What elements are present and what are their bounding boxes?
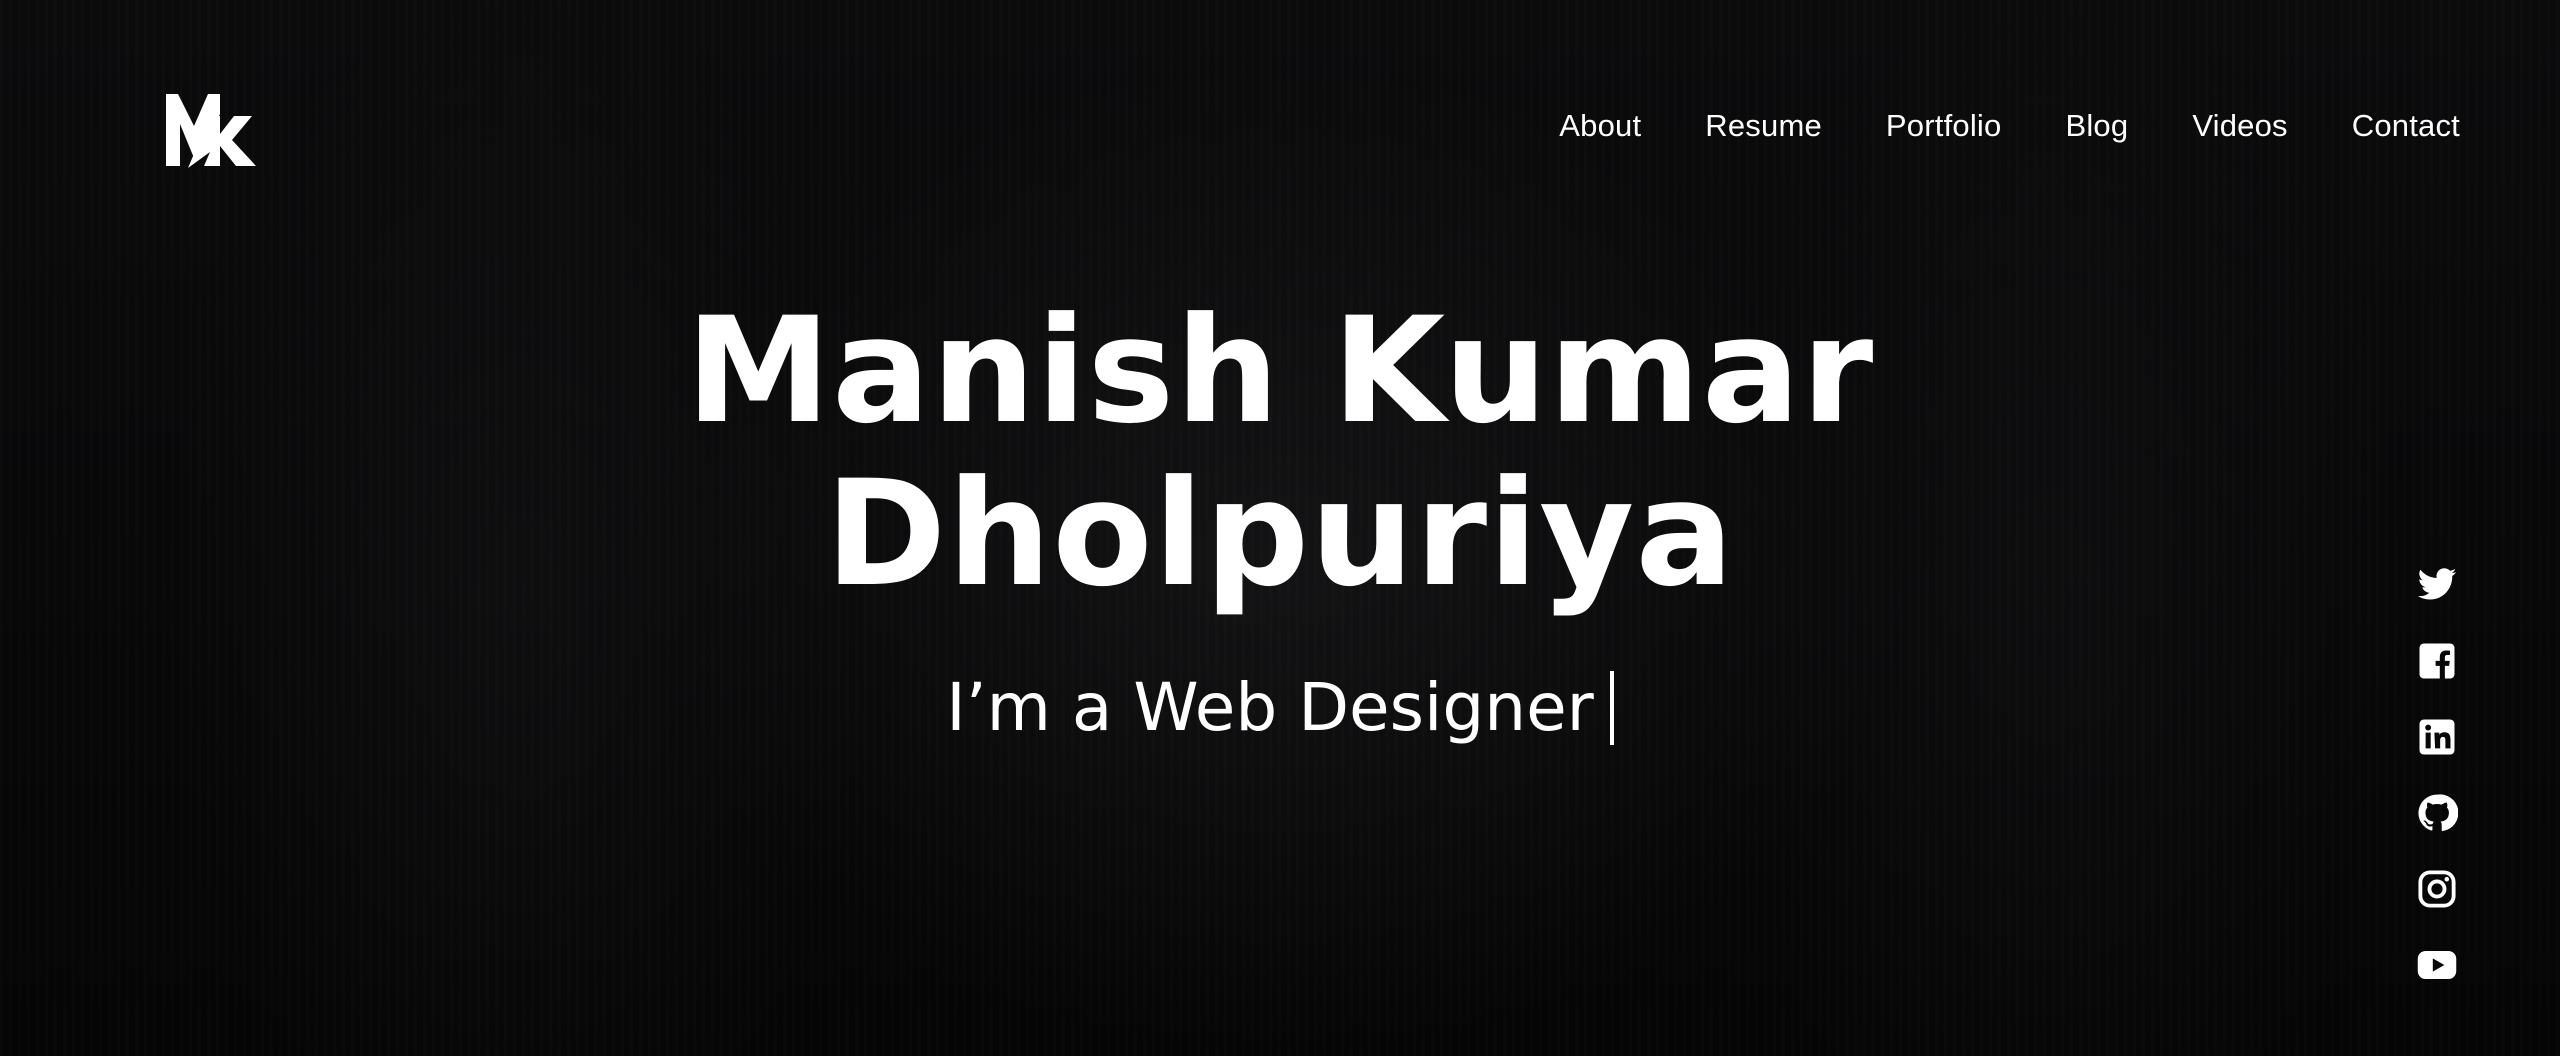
github-icon	[2418, 794, 2458, 832]
nav-item-resume: Resume	[1705, 108, 1822, 144]
nav-item-about: About	[1559, 108, 1641, 144]
github-link[interactable]	[2416, 792, 2458, 834]
typing-cursor	[1609, 671, 1614, 745]
linkedin-icon	[2419, 719, 2455, 755]
mk-logo-icon	[166, 94, 256, 168]
nav-item-portfolio: Portfolio	[1886, 108, 2002, 144]
facebook-link[interactable]	[2416, 640, 2458, 682]
linkedin-link[interactable]	[2416, 716, 2458, 758]
nav-item-videos: Videos	[2192, 108, 2287, 144]
nav-link-blog[interactable]: Blog	[2065, 108, 2128, 143]
instagram-icon	[2418, 870, 2456, 908]
twitter-link[interactable]	[2416, 564, 2458, 606]
typed-text: I’m a Web Designer	[946, 669, 1594, 746]
mk-logo[interactable]	[164, 90, 256, 168]
hero-name: Manish Kumar Dholpuriya	[0, 290, 2560, 616]
youtube-icon	[2417, 951, 2457, 979]
nav-link-contact[interactable]: Contact	[2352, 108, 2460, 143]
hero-name-line1: Manish Kumar	[685, 286, 1875, 456]
typed-tagline: I’m a Web Designer	[946, 668, 1614, 748]
youtube-link[interactable]	[2416, 944, 2458, 986]
hero-section: Manish Kumar Dholpuriya I’m a Web Design…	[0, 290, 2560, 748]
main-nav: About Resume Portfolio Blog Videos Conta…	[1559, 108, 2460, 144]
nav-item-contact: Contact	[2352, 108, 2460, 144]
nav-link-portfolio[interactable]: Portfolio	[1886, 108, 2002, 143]
nav-link-videos[interactable]: Videos	[2192, 108, 2287, 143]
instagram-link[interactable]	[2416, 868, 2458, 910]
nav-item-blog: Blog	[2065, 108, 2128, 144]
facebook-icon	[2419, 643, 2455, 679]
social-links	[2416, 564, 2458, 986]
nav-link-about[interactable]: About	[1559, 108, 1641, 143]
twitter-icon	[2417, 568, 2457, 600]
nav-link-resume[interactable]: Resume	[1705, 108, 1822, 143]
hero-name-line2: Dholpuriya	[825, 449, 1735, 619]
